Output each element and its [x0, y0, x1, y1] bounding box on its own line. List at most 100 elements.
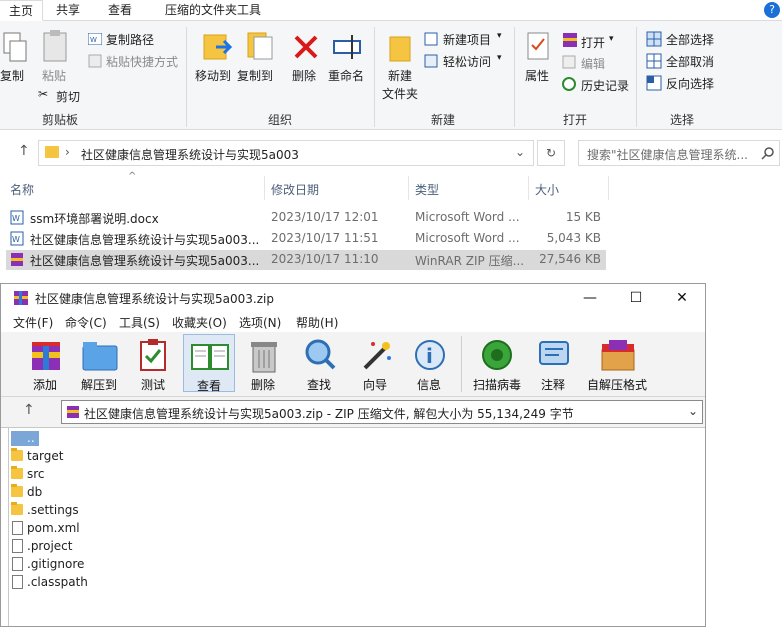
new-folder-label-2[interactable]: 文件夹: [382, 85, 418, 102]
word-doc-icon: W: [10, 210, 24, 225]
winrar-titlebar[interactable]: 社区健康信息管理系统设计与实现5a003.zip — ☐ ✕: [1, 284, 705, 312]
list-item-label: .gitignore: [27, 557, 85, 571]
winrar-toolbar: 添加 解压到 测试 查看 删除 查找 向导 i 信息 扫描病毒 注释 自解压格式: [1, 332, 705, 397]
tab-home[interactable]: 主页: [0, 0, 43, 21]
file-row[interactable]: W ssm环境部署说明.docx 2023/10/17 12:01 Micros…: [6, 208, 606, 228]
sfx-box-icon: [601, 340, 635, 371]
up-arrow-icon[interactable]: ↑: [18, 143, 30, 159]
virus-scan-button[interactable]: 扫描病毒: [467, 334, 527, 392]
delete-button[interactable]: 删除: [292, 67, 316, 84]
easy-access-dropdown-icon[interactable]: ▾: [497, 53, 502, 63]
copy-path-icon: W: [88, 33, 102, 45]
rename-button[interactable]: 重命名: [328, 67, 364, 84]
paste-shortcut-button[interactable]: 粘贴快捷方式: [106, 53, 178, 70]
copy-path-button[interactable]: 复制路径: [106, 31, 154, 48]
properties-button[interactable]: 属性: [525, 67, 549, 84]
copy-to-icon: [247, 32, 273, 60]
move-to-button[interactable]: 移动到: [195, 67, 231, 84]
sort-up-icon: ^: [128, 171, 137, 182]
view-label: 查看: [196, 379, 221, 393]
file-name: 社区健康信息管理系统设计与实现5a003...: [30, 233, 260, 247]
menu-commands[interactable]: 命令(C): [65, 314, 107, 331]
sfx-button[interactable]: 自解压格式: [585, 334, 649, 392]
winrar-path-field[interactable]: 社区健康信息管理系统设计与实现5a003.zip - ZIP 压缩文件, 解包大…: [61, 400, 703, 424]
extract-to-button[interactable]: 解压到: [73, 334, 125, 392]
menu-help[interactable]: 帮助(H): [296, 314, 338, 331]
view-button[interactable]: 查看: [183, 334, 235, 393]
info-button[interactable]: i 信息: [403, 334, 455, 392]
maximize-icon[interactable]: ☐: [613, 284, 659, 312]
address-dropdown-icon[interactable]: ⌄: [515, 145, 525, 159]
new-folder-icon: [389, 36, 411, 62]
search-input[interactable]: 搜索"社区健康信息管理系统...: [587, 146, 748, 163]
menu-favorites[interactable]: 收藏夹(O): [172, 314, 227, 331]
up-folder-icon: [11, 431, 39, 446]
file-row[interactable]: W 社区健康信息管理系统设计与实现5a003... 2023/10/17 11:…: [6, 229, 606, 249]
tab-compressed-tools[interactable]: 压缩的文件夹工具: [154, 0, 272, 20]
open-dropdown-icon[interactable]: ▾: [609, 34, 614, 44]
delete-label: 删除: [250, 378, 275, 392]
col-name[interactable]: 名称: [10, 181, 34, 198]
history-button[interactable]: 历史记录: [581, 77, 629, 94]
comment-button[interactable]: 注释: [527, 334, 579, 392]
col-modified[interactable]: 修改日期: [271, 181, 319, 198]
menu-file[interactable]: 文件(F): [13, 314, 53, 331]
menu-tools[interactable]: 工具(S): [119, 314, 160, 331]
col-type[interactable]: 类型: [415, 181, 439, 198]
test-button[interactable]: 测试: [127, 334, 179, 392]
new-item-dropdown-icon[interactable]: ▾: [497, 31, 502, 41]
tab-share[interactable]: 共享: [46, 0, 90, 20]
add-button[interactable]: 添加: [19, 334, 71, 392]
invert-selection-icon: [646, 75, 662, 91]
cut-icon: ✂: [38, 87, 49, 101]
address-bar[interactable]: › 社区健康信息管理系统设计与实现5a003 ⌄: [38, 140, 534, 166]
easy-access-button[interactable]: 轻松访问: [443, 53, 491, 70]
minimize-icon[interactable]: —: [567, 284, 613, 312]
winrar-path-text: 社区健康信息管理系统设计与实现5a003.zip - ZIP 压缩文件, 解包大…: [84, 407, 574, 421]
edit-button[interactable]: 编辑: [581, 55, 605, 72]
search-box[interactable]: 搜索"社区健康信息管理系统...: [578, 140, 780, 166]
info-icon: i: [415, 340, 445, 370]
virus-scan-label: 扫描病毒: [472, 378, 521, 392]
search-icon[interactable]: [761, 146, 775, 160]
new-folder-label-1[interactable]: 新建: [388, 67, 412, 84]
refresh-icon[interactable]: ↻: [537, 140, 565, 166]
cut-button[interactable]: 剪切: [56, 88, 80, 105]
menu-options[interactable]: 选项(N): [239, 314, 281, 331]
extract-to-label: 解压到: [80, 378, 117, 392]
test-label: 测试: [140, 378, 165, 392]
invert-selection-button[interactable]: 反向选择: [666, 75, 714, 92]
copy-icon: [3, 32, 27, 62]
file-modified: 2023/10/17 12:01: [271, 210, 379, 224]
select-all-button[interactable]: 全部选择: [666, 31, 714, 48]
open-button[interactable]: 打开: [581, 34, 605, 51]
find-button[interactable]: 查找: [293, 334, 345, 392]
chevron-right-icon[interactable]: ›: [65, 145, 70, 159]
help-icon[interactable]: ?: [764, 2, 780, 18]
trash-icon: [251, 342, 277, 373]
file-icon: [12, 575, 23, 589]
wizard-button[interactable]: 向导: [349, 334, 401, 392]
svg-text:W: W: [12, 214, 20, 223]
file-row[interactable]: 社区健康信息管理系统设计与实现5a003... 2023/10/17 11:10…: [6, 250, 606, 270]
close-icon[interactable]: ✕: [659, 284, 705, 312]
folder-icon: [11, 448, 23, 461]
winrar-up-arrow-icon[interactable]: ↑: [23, 402, 35, 418]
paste-button[interactable]: 粘贴: [42, 67, 66, 84]
svg-text:W: W: [12, 235, 20, 244]
find-label: 查找: [306, 378, 331, 392]
file-icon: [12, 521, 23, 535]
col-size[interactable]: 大小: [535, 181, 559, 198]
select-none-button[interactable]: 全部取消: [666, 53, 714, 70]
copy-to-button[interactable]: 复制到: [237, 67, 273, 84]
folder-icon: [11, 484, 23, 497]
winrar-archive-icon: [11, 253, 23, 266]
tab-view[interactable]: 查看: [98, 0, 142, 20]
winrar-app-icon: [14, 291, 28, 305]
delete-archive-button[interactable]: 删除: [237, 334, 289, 392]
file-name: 社区健康信息管理系统设计与实现5a003...: [30, 254, 260, 268]
new-item-button[interactable]: 新建项目: [443, 31, 491, 48]
folder-icon: [11, 502, 23, 515]
path-dropdown-icon[interactable]: ⌄: [688, 404, 698, 418]
copy-button[interactable]: 复制: [0, 67, 24, 84]
